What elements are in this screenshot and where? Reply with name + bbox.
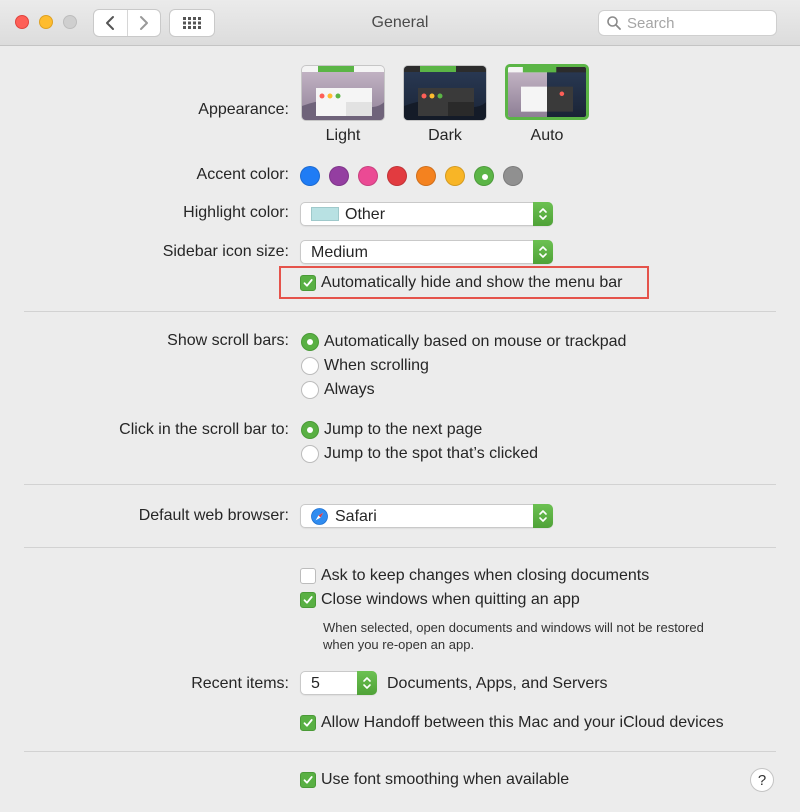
- highlight-color-label: Highlight color:: [183, 204, 289, 221]
- light-preview-image: [302, 66, 384, 120]
- accent-color-swatch[interactable]: [329, 166, 349, 186]
- ask-keep-changes-checkbox[interactable]: [300, 568, 316, 584]
- default-browser-label: Default web browser:: [138, 507, 289, 524]
- minimize-button[interactable]: [39, 15, 53, 29]
- appearance-dark-caption: Dark: [428, 127, 462, 144]
- appearance-light-thumb[interactable]: [301, 65, 385, 121]
- click-scroll-radio-next-page[interactable]: [301, 421, 319, 439]
- recent-items-value: 5: [311, 675, 320, 692]
- show-scroll-bars-label: Show scroll bars:: [167, 332, 289, 349]
- scroll-bars-radio-always[interactable]: [301, 381, 319, 399]
- appearance-dark-thumb[interactable]: [403, 65, 487, 121]
- zoom-button[interactable]: [63, 15, 77, 29]
- divider: [24, 547, 776, 548]
- help-button[interactable]: ?: [750, 768, 774, 792]
- close-windows-label: Close windows when quitting an app: [321, 591, 580, 608]
- accent-color-swatch[interactable]: [445, 166, 465, 186]
- highlight-color-popup[interactable]: Other: [300, 202, 553, 226]
- scroll-bars-option-automatic: Automatically based on mouse or trackpad: [324, 333, 627, 350]
- appearance-auto-caption: Auto: [530, 127, 564, 144]
- checkmark-icon: [303, 279, 313, 287]
- appearance-auto-thumb[interactable]: [505, 64, 589, 120]
- appearance-label: Appearance:: [198, 101, 289, 118]
- appearance-light-caption: Light: [325, 127, 361, 144]
- grid-icon: [183, 17, 201, 29]
- accent-color-label: Accent color:: [196, 166, 289, 183]
- forward-button[interactable]: [126, 10, 161, 36]
- default-browser-value: Safari: [335, 508, 377, 525]
- highlight-color-value: Other: [345, 206, 386, 223]
- click-scroll-option-spot: Jump to the spot that’s clicked: [324, 445, 539, 462]
- close-button[interactable]: [15, 15, 29, 29]
- show-all-button[interactable]: [169, 9, 215, 37]
- divider: [24, 751, 776, 752]
- checkmark-icon: [303, 776, 313, 784]
- popup-arrows-icon: [533, 240, 553, 264]
- accent-color-swatch[interactable]: [387, 166, 407, 186]
- handoff-label: Allow Handoff between this Mac and your …: [321, 714, 724, 731]
- sidebar-icon-size-popup[interactable]: Medium: [300, 240, 553, 264]
- accent-color-swatch[interactable]: [474, 166, 494, 186]
- safari-icon: [311, 508, 328, 525]
- scroll-bars-radio-automatic[interactable]: [301, 333, 319, 351]
- click-scroll-bar-label: Click in the scroll bar to:: [119, 421, 289, 438]
- sidebar-icon-size-label: Sidebar icon size:: [162, 243, 289, 260]
- divider: [24, 484, 776, 485]
- accent-color-swatch[interactable]: [416, 166, 436, 186]
- font-smoothing-label: Use font smoothing when available: [321, 771, 570, 788]
- search-icon: [607, 16, 621, 30]
- search-input[interactable]: [627, 14, 772, 32]
- back-button[interactable]: [94, 10, 127, 36]
- chevron-left-icon: [106, 16, 115, 30]
- recent-items-suffix: Documents, Apps, and Servers: [387, 675, 608, 692]
- scroll-bars-option-always: Always: [324, 381, 375, 398]
- highlight-swatch: [311, 207, 339, 221]
- scroll-bars-option-when-scrolling: When scrolling: [324, 357, 429, 374]
- sidebar-icon-size-value: Medium: [311, 244, 368, 261]
- popup-arrows-icon: [533, 202, 553, 226]
- handoff-checkbox[interactable]: [300, 715, 316, 731]
- default-browser-popup[interactable]: Safari: [300, 504, 553, 528]
- ask-keep-changes-label: Ask to keep changes when closing documen…: [321, 567, 650, 584]
- auto-preview-image: [508, 67, 586, 117]
- close-windows-note-line1: When selected, open documents and window…: [323, 620, 704, 635]
- checkmark-icon: [303, 719, 313, 727]
- recent-items-popup[interactable]: 5: [300, 671, 377, 695]
- close-windows-note-line2: when you re-open an app.: [323, 637, 475, 652]
- scroll-bars-radio-when-scrolling[interactable]: [301, 357, 319, 375]
- popup-arrows-icon: [533, 504, 553, 528]
- nav-back-forward: [93, 9, 161, 37]
- divider: [24, 311, 776, 312]
- close-windows-checkbox[interactable]: [300, 592, 316, 608]
- font-smoothing-checkbox[interactable]: [300, 772, 316, 788]
- search-field[interactable]: [598, 10, 777, 36]
- click-scroll-radio-spot[interactable]: [301, 445, 319, 463]
- popup-arrows-icon: [357, 671, 377, 695]
- dark-preview-image: [404, 66, 486, 120]
- chevron-right-icon: [139, 16, 148, 30]
- accent-color-swatch[interactable]: [300, 166, 320, 186]
- menu-bar-checkbox[interactable]: [300, 275, 316, 291]
- accent-color-swatch[interactable]: [358, 166, 378, 186]
- title-bar: General: [0, 0, 800, 46]
- checkmark-icon: [303, 596, 313, 604]
- menu-bar-checkbox-label: Automatically hide and show the menu bar: [321, 274, 623, 291]
- recent-items-label: Recent items:: [191, 675, 289, 692]
- click-scroll-option-next-page: Jump to the next page: [324, 421, 483, 438]
- accent-color-swatch[interactable]: [503, 166, 523, 186]
